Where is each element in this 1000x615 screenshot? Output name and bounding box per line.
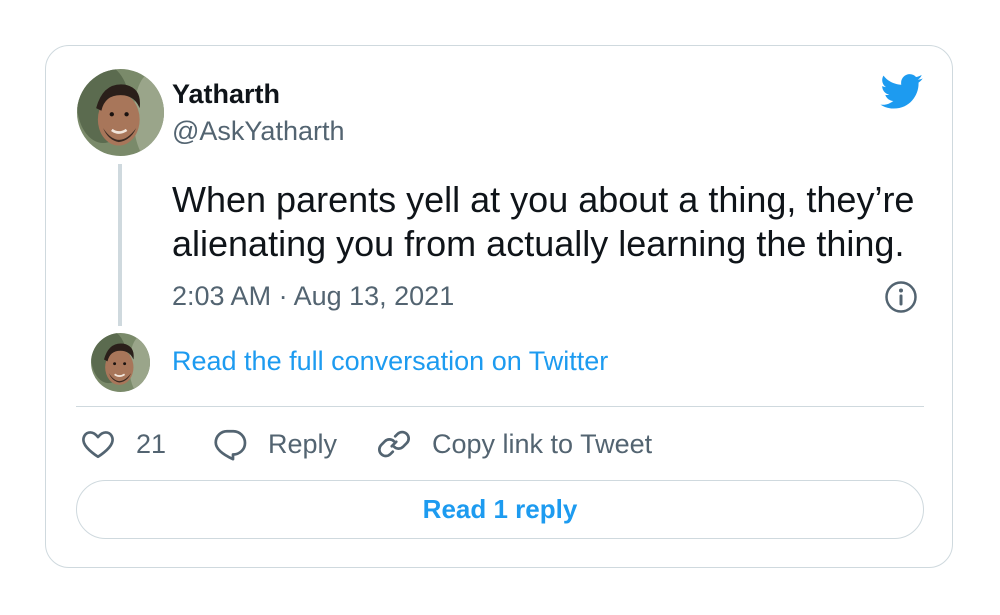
copy-link-label: Copy link to Tweet	[432, 428, 653, 459]
thread-line	[118, 164, 122, 326]
info-icon[interactable]	[884, 280, 918, 314]
reply-button[interactable]: Reply	[212, 426, 337, 462]
like-count: 21	[136, 428, 167, 459]
avatar-photo	[77, 69, 164, 156]
copy-link-button[interactable]: Copy link to Tweet	[376, 426, 652, 462]
author-handle[interactable]: @AskYatharth	[172, 116, 344, 147]
conversation-avatar[interactable]	[91, 333, 150, 392]
like-button[interactable]: 21	[80, 426, 166, 462]
heart-icon	[82, 431, 114, 459]
tweet-timestamp[interactable]: 2:03 AM · Aug 13, 2021	[172, 281, 454, 312]
author-avatar[interactable]	[77, 69, 164, 156]
twitter-bird-icon[interactable]	[880, 74, 924, 110]
divider	[76, 406, 924, 407]
avatar-photo	[91, 333, 150, 392]
speech-bubble-icon	[214, 429, 247, 461]
read-replies-button[interactable]: Read 1 reply	[76, 480, 924, 539]
tweet-text: When parents yell at you about a thing, …	[172, 179, 915, 264]
author-name[interactable]: Yatharth	[172, 79, 280, 110]
embedded-tweet-card: Yatharth @AskYatharth When parents yell …	[45, 45, 953, 568]
link-icon	[377, 430, 411, 458]
reply-label: Reply	[268, 428, 338, 459]
read-full-conversation-link[interactable]: Read the full conversation on Twitter	[172, 346, 608, 377]
